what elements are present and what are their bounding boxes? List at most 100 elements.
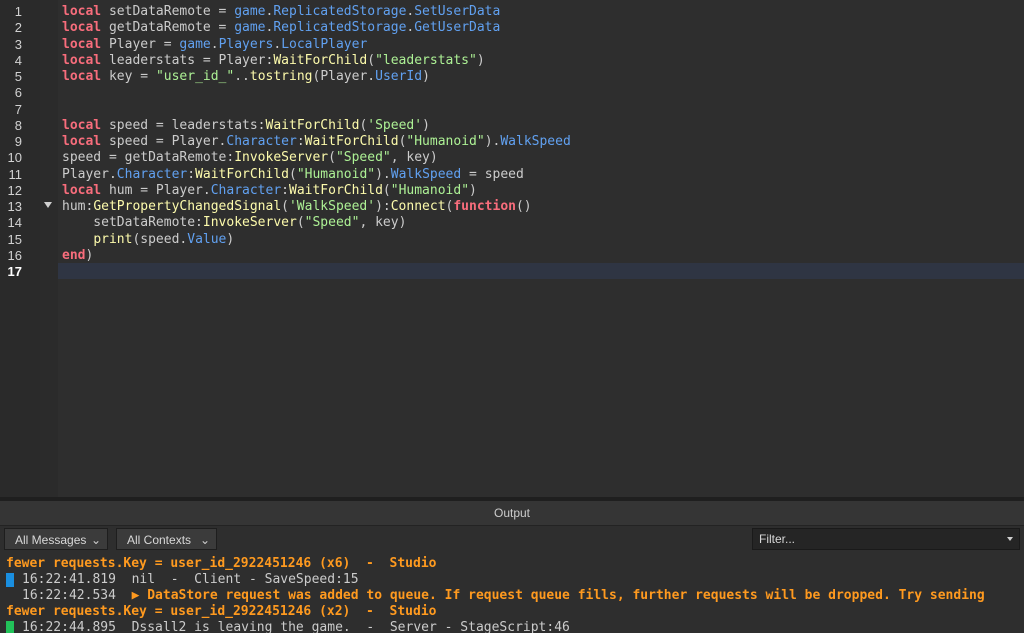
- line-number: 2: [14, 20, 22, 35]
- log-entry[interactable]: 16:22:41.819 nil - Client - SaveSpeed:15: [22, 572, 359, 588]
- code-line[interactable]: setDataRemote:InvokeServer("Speed", key): [62, 215, 406, 231]
- code-token: Character: [210, 183, 282, 198]
- code-token: Value: [187, 232, 227, 247]
- code-line[interactable]: local setDataRemote = game.ReplicatedSto…: [62, 4, 500, 20]
- code-token: :: [296, 134, 305, 149]
- log-entry[interactable]: fewer requests.Key = user_id_2922451246 …: [6, 556, 436, 572]
- output-panel-title: Output: [0, 501, 1024, 526]
- line-number: 6: [14, 85, 22, 100]
- log-level-marker: [6, 573, 14, 587]
- code-token: local: [62, 118, 102, 133]
- line-number: 16: [7, 248, 22, 263]
- code-token: GetPropertyChangedSignal: [93, 199, 282, 214]
- filter-input[interactable]: Filter...: [752, 528, 1020, 550]
- fold-toggle-icon[interactable]: [44, 202, 52, 208]
- code-token: WalkSpeed: [500, 134, 571, 149]
- log-entry[interactable]: fewer requests.Key = user_id_2922451246 …: [6, 604, 436, 620]
- code-token: , key): [359, 215, 407, 230]
- code-line[interactable]: local speed = Player.Character:WaitForCh…: [62, 134, 571, 150]
- code-token: setDataRemote:: [62, 215, 203, 230]
- code-token: tostring: [249, 69, 313, 84]
- code-token: Connect: [390, 199, 446, 214]
- line-number: 5: [14, 69, 22, 84]
- code-token: "Humanoid": [390, 183, 470, 198]
- code-token: .: [210, 37, 219, 52]
- log-entry[interactable]: 16:22:42.534 ▶ DataStore request was add…: [22, 588, 985, 604]
- code-token: ): [469, 183, 477, 198]
- code-line[interactable]: speed = getDataRemote:InvokeServer("Spee…: [62, 150, 438, 166]
- line-number: 3: [14, 37, 22, 52]
- code-token: "Speed": [335, 150, 391, 165]
- code-token: local: [62, 37, 102, 52]
- line-number-gutter: 1 2 3 4 5 6 7 8 9 10 11 12 13 14 15 16 17: [0, 0, 40, 497]
- code-line[interactable]: local key = "user_id_"..tostring(Player.…: [62, 69, 430, 85]
- filter-dropdown-arrow-icon[interactable]: [1007, 537, 1013, 541]
- code-token: key =: [101, 69, 156, 84]
- line-number: 10: [7, 150, 22, 165]
- code-line[interactable]: hum:GetPropertyChangedSignal('WalkSpeed'…: [62, 199, 532, 215]
- code-token: WaitForChild: [195, 167, 289, 182]
- code-token: ): [422, 69, 430, 84]
- code-token: "leaderstats": [375, 53, 477, 68]
- code-token: ).: [484, 134, 501, 149]
- code-token: ..: [234, 69, 250, 84]
- log-warning-text: ▶ DataStore request was added to queue. …: [131, 588, 985, 603]
- script-editor[interactable]: 1 2 3 4 5 6 7 8 9 10 11 12 13 14 15 16 17 local setDataR…: [0, 0, 1024, 497]
- code-token: ): [85, 248, 94, 263]
- line-number: 4: [14, 53, 22, 68]
- line-number: 12: [7, 183, 22, 198]
- output-panel: Output All Messages ⌄ All Contexts ⌄ Fil…: [0, 501, 1024, 633]
- code-token: WaitForChild: [265, 118, 360, 133]
- log-entry[interactable]: 16:22:44.895 Dssall2 is leaving the game…: [22, 620, 570, 633]
- code-token: ReplicatedStorage: [273, 20, 407, 35]
- line-number: 17: [7, 264, 22, 279]
- code-line[interactable]: local getDataRemote = game.ReplicatedSto…: [62, 20, 500, 36]
- filter-placeholder: Filter...: [759, 532, 796, 546]
- code-token: end: [62, 248, 86, 263]
- code-line[interactable]: Player.Character:WaitForChild("Humanoid"…: [62, 167, 524, 183]
- code-token: (: [281, 199, 289, 214]
- line-number: 9: [14, 134, 22, 149]
- code-token: local: [62, 4, 102, 19]
- code-token: (: [328, 150, 336, 165]
- code-token: game: [179, 37, 211, 52]
- messages-filter-label: All Messages: [15, 533, 87, 547]
- code-token: "Humanoid": [406, 134, 485, 149]
- code-token: "Humanoid": [296, 167, 376, 182]
- code-token: Player =: [101, 37, 180, 52]
- chevron-down-icon: ⌄: [90, 533, 101, 547]
- code-token: = speed: [461, 167, 524, 182]
- code-token: local: [62, 20, 102, 35]
- code-token: game: [234, 4, 266, 19]
- code-token: "user_id_": [155, 69, 235, 84]
- code-token: ):: [375, 199, 391, 214]
- code-line[interactable]: local speed = leaderstats:WaitForChild('…: [62, 118, 430, 134]
- line-number: 11: [8, 167, 23, 182]
- code-line[interactable]: local hum = Player.Character:WaitForChil…: [62, 183, 477, 199]
- code-token: UserId: [375, 69, 423, 84]
- code-token: setDataRemote =: [101, 4, 235, 19]
- messages-filter-dropdown[interactable]: All Messages ⌄: [4, 528, 108, 550]
- code-token: "Speed": [304, 215, 360, 230]
- code-token: InvokeServer: [234, 150, 329, 165]
- code-token: speed = getDataRemote:: [62, 150, 235, 165]
- code-token: , key): [390, 150, 438, 165]
- code-line[interactable]: local Player = game.Players.LocalPlayer: [62, 37, 367, 53]
- log-timestamp: 16:22:42.534: [22, 588, 132, 603]
- code-token: local: [62, 134, 102, 149]
- code-token: hum:: [62, 199, 94, 214]
- code-line[interactable]: print(speed.Value): [62, 232, 234, 248]
- code-line[interactable]: local leaderstats = Player:WaitForChild(…: [62, 53, 485, 69]
- code-token: ReplicatedStorage: [273, 4, 407, 19]
- code-token: local: [62, 69, 102, 84]
- code-token: function: [453, 199, 516, 214]
- current-line-highlight: [58, 263, 1024, 279]
- code-token: ): [226, 232, 235, 247]
- code-token: hum = Player.: [101, 183, 211, 198]
- code-token: 'Speed': [367, 118, 423, 133]
- code-line[interactable]: end): [62, 248, 93, 264]
- code-token: game: [234, 20, 266, 35]
- contexts-filter-dropdown[interactable]: All Contexts ⌄: [116, 528, 217, 550]
- code-token: SetUserData: [414, 4, 501, 19]
